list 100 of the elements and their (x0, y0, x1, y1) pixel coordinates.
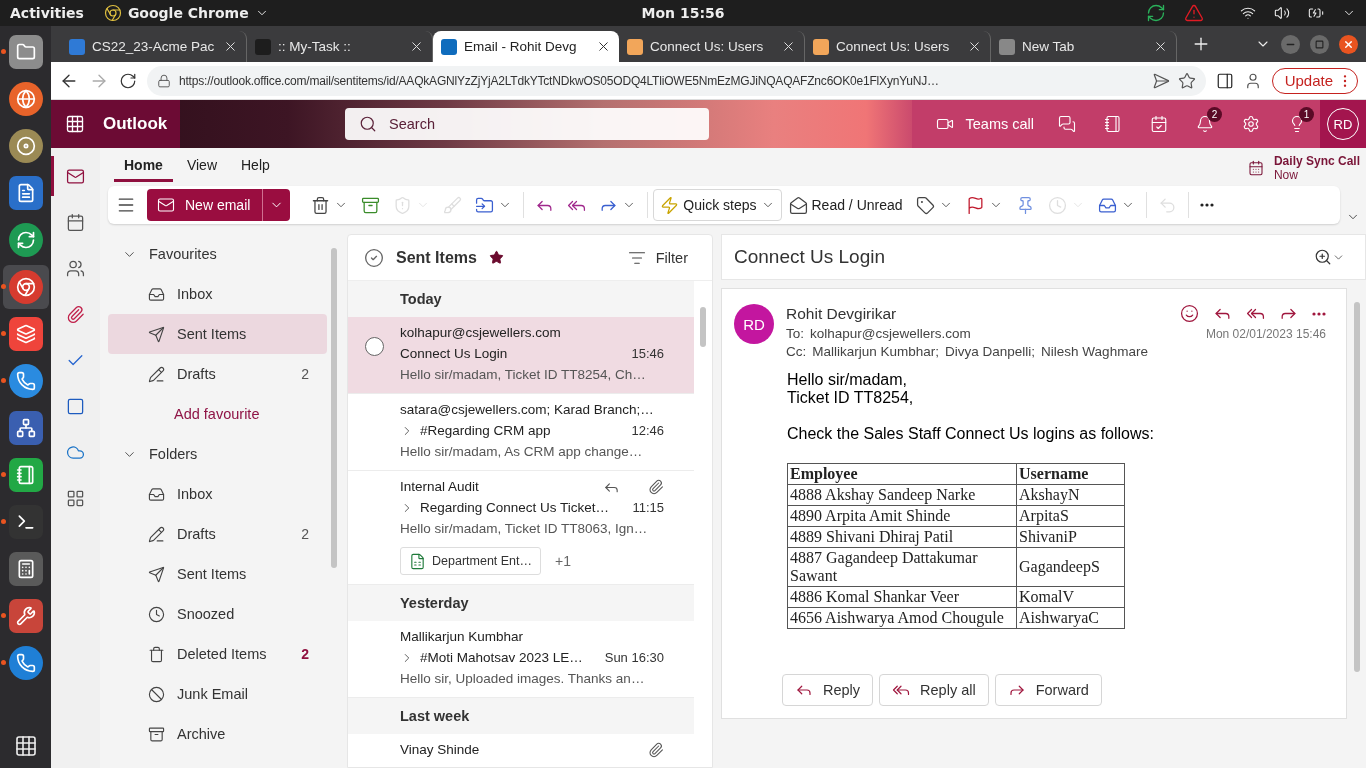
recipient[interactable]: Mallikarjun Kumbhar; (812, 344, 940, 359)
close-icon[interactable] (967, 39, 982, 54)
new-email-button[interactable]: New email (147, 189, 263, 221)
more-icon[interactable] (1312, 311, 1326, 316)
quick-steps-button[interactable]: Quick steps (653, 189, 782, 221)
message-sender: Mallikarjun Kumbhar (400, 628, 525, 646)
lock-icon (157, 73, 171, 88)
recipient[interactable]: kolhapur@csjewellers.com (810, 326, 971, 341)
folder-item[interactable]: Inbox (108, 474, 327, 514)
add-favourite-link[interactable]: Add favourite (108, 394, 327, 434)
scrollbar-thumb[interactable] (700, 307, 706, 347)
phone-icon[interactable] (8, 364, 43, 398)
scrollbar-thumb[interactable] (1354, 302, 1360, 672)
scrollbar-thumb[interactable] (330, 248, 337, 568)
app-launcher-icon[interactable] (65, 114, 85, 134)
warning-icon[interactable] (1184, 3, 1204, 23)
column-header: Employee (787, 463, 1017, 485)
filter-button[interactable]: Filter (621, 247, 694, 268)
star-icon[interactable] (488, 250, 504, 265)
paperclip-icon (66, 304, 85, 324)
close-icon[interactable] (409, 39, 424, 54)
reply-all-button[interactable]: Reply all (879, 674, 989, 706)
new-email-menu-button[interactable] (262, 189, 291, 221)
notifications-button[interactable]: 2 (1182, 100, 1228, 148)
address-field[interactable]: https://outlook.office.com/mail/sentitems/id/AAQkAGNlYzZjYjA2LTdkYTctNDkwOS05ODQ4LTliOWE5NmEzMGJiNQAQAFZnc6OK0e1FlXynYuNJ… (147, 65, 1206, 96)
attachment-chip[interactable]: Department Ent… (400, 547, 542, 575)
tips-button[interactable]: 1 (1274, 100, 1320, 148)
bookmark-star-icon[interactable] (1177, 71, 1196, 90)
notebook-icon[interactable] (8, 458, 43, 492)
ribbon-tab[interactable]: Help (231, 157, 280, 182)
inbox-icon (148, 285, 165, 303)
close-icon[interactable] (1153, 39, 1168, 54)
folder-section-header[interactable]: Folders (108, 434, 327, 474)
folder-item[interactable]: Sent Items (108, 314, 327, 354)
apps-grid-icon[interactable] (13, 734, 38, 758)
folder-item[interactable]: Deleted Items 2 (108, 634, 327, 674)
folder-count: 2 (301, 366, 309, 382)
folder-item[interactable]: Sent Items (108, 554, 327, 594)
browser-icon[interactable] (8, 270, 43, 304)
reminder[interactable]: Daily Sync Call Now (1247, 148, 1366, 182)
table-cell: 4888 Akshay Sandeep Narke (787, 484, 1017, 506)
search-field[interactable]: Search (345, 108, 709, 140)
globe-icon[interactable] (8, 82, 43, 116)
phone-icon[interactable] (8, 646, 43, 680)
pencil-icon (148, 365, 165, 383)
calculator-icon[interactable] (8, 552, 43, 586)
folder-item[interactable]: Archive (108, 714, 327, 754)
calendar-check-icon (1150, 115, 1168, 133)
chat-icon (1058, 115, 1076, 133)
close-button[interactable] (1339, 34, 1358, 54)
update-button[interactable]: Update (1271, 67, 1358, 94)
table-cell: AkshayN (1016, 484, 1125, 506)
sync-icon[interactable] (1146, 3, 1166, 23)
smiley-icon[interactable] (1180, 304, 1199, 323)
select-radio[interactable] (365, 337, 384, 356)
recipient[interactable]: Nilesh Waghmare (1041, 344, 1148, 359)
folder-count: 2 (301, 646, 309, 662)
reply-button[interactable]: Reply (782, 674, 874, 706)
running-dot (0, 284, 6, 289)
more-attachments-count[interactable]: +1 (555, 553, 571, 569)
select-all-icon[interactable] (364, 247, 384, 268)
terminal-icon[interactable] (8, 505, 43, 539)
folder-item[interactable]: Junk Email (108, 674, 327, 714)
zoom-icon[interactable] (1314, 248, 1332, 266)
folder-section-header[interactable]: Favourites (108, 234, 327, 274)
more-icon[interactable] (1199, 203, 1214, 207)
side-panel-icon[interactable] (1215, 71, 1234, 90)
recipient[interactable]: Divya Danpelli; (945, 344, 1036, 359)
document-icon[interactable] (8, 176, 43, 210)
activities-button[interactable]: Activities (10, 5, 84, 21)
network-icon[interactable] (8, 411, 43, 445)
browser-tab[interactable]: Email - Rohit Devg (433, 31, 619, 62)
close-icon[interactable] (596, 39, 611, 54)
wrench-icon[interactable] (8, 599, 43, 633)
volume-icon[interactable] (1274, 5, 1290, 21)
ribbon-tab[interactable]: Home (114, 157, 173, 182)
folder-item[interactable]: Snoozed (108, 594, 327, 634)
reload-icon[interactable] (119, 71, 137, 90)
folder-item[interactable]: Drafts 2 (108, 514, 327, 554)
clock[interactable]: Mon 15:56 (641, 5, 725, 21)
battery-icon[interactable] (1308, 5, 1324, 21)
sender-name[interactable]: Rohit Devgirikar (786, 304, 1174, 323)
sync-icon[interactable] (8, 223, 43, 257)
message-subject: #Moti Mahotsav 2023 LE… (420, 649, 584, 667)
folder-item[interactable]: Drafts 2 (108, 354, 327, 394)
column-header: Username (1016, 463, 1125, 485)
close-icon[interactable] (781, 39, 796, 54)
teams-call-button[interactable]: Teams call (925, 100, 1044, 148)
forward-button[interactable]: Forward (994, 674, 1102, 706)
message-item[interactable]: kolhapur@csjewellers.com Connect Us Login 15:46 Hello sir/madam, Ticket ID TT8254, Ch… (348, 317, 694, 394)
folder-item[interactable]: Inbox (108, 274, 327, 314)
wifi-icon[interactable] (1240, 5, 1256, 21)
app-menu[interactable]: Google Chrome (103, 4, 269, 22)
disc-icon[interactable] (8, 129, 43, 163)
table-cell: AishwaryaC (1016, 607, 1125, 629)
ribbon-tab[interactable]: View (176, 157, 227, 182)
send-icon[interactable] (1151, 71, 1170, 90)
close-icon[interactable] (223, 39, 238, 54)
maximize-icon (1315, 39, 1324, 49)
body-text: Ticket ID TT8254, (787, 389, 915, 407)
